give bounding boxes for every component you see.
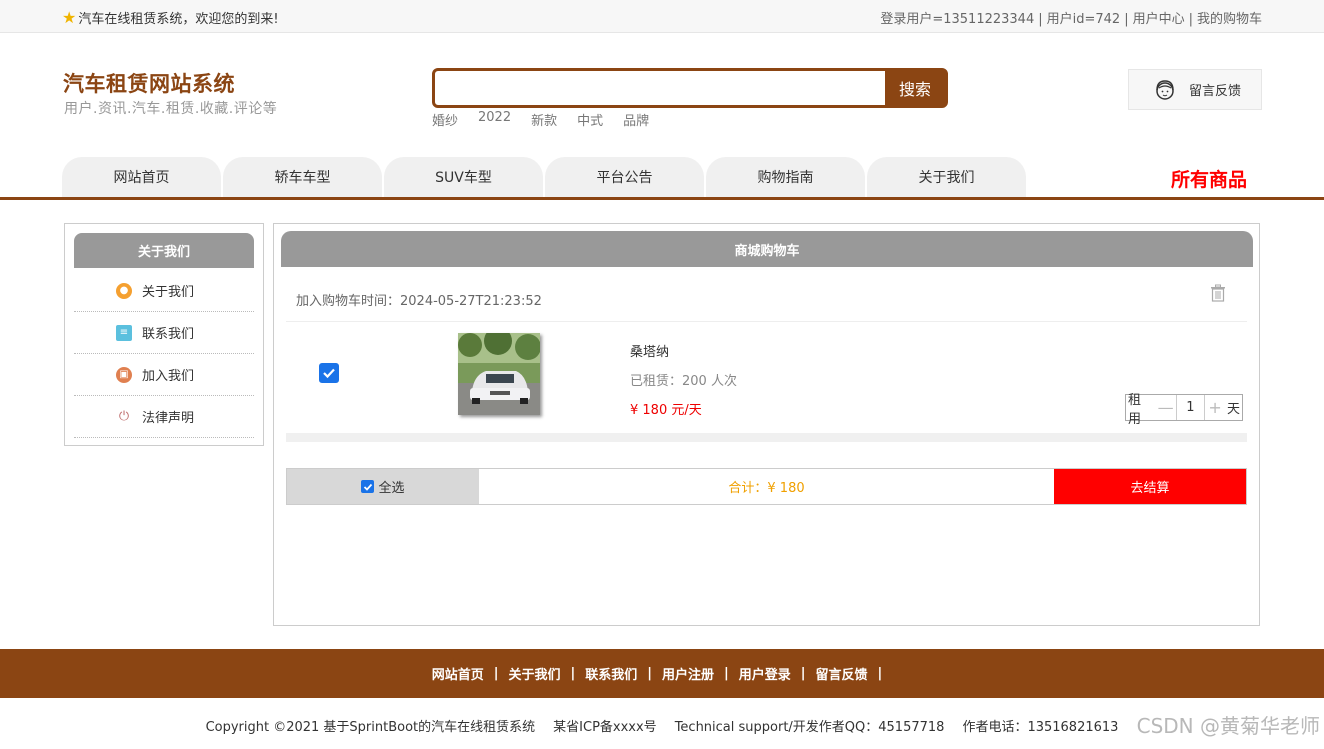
select-all-toggle[interactable]: 全选 xyxy=(287,469,479,504)
watermark: CSDN @黄菊华老师 xyxy=(1136,714,1320,738)
nav-tab-sedan[interactable]: 轿车车型 xyxy=(223,157,382,197)
nav-tab-announcements[interactable]: 平台公告 xyxy=(545,157,704,197)
rental-count: 已租赁：200 人次 xyxy=(630,374,737,389)
hotword-link[interactable]: 2022 xyxy=(478,110,511,129)
quantity-value[interactable]: 1 xyxy=(1175,395,1206,420)
sidebar: 关于我们 ● 关于我们 ≡ 联系我们 ▣ 加入我们 ⏻ 法律声明 xyxy=(64,223,264,446)
hot-keywords: 婚纱 2022 新款 中式 品牌 xyxy=(432,110,649,129)
footer-link-register[interactable]: 用户注册 xyxy=(662,664,714,683)
lock-icon: ▣ xyxy=(116,366,132,383)
login-user-link[interactable]: 登录用户=13511223344 xyxy=(880,12,1034,27)
user-links: 登录用户=13511223344 | 用户id=742 | 用户中心 | 我的购物车 xyxy=(880,12,1262,27)
cart-panel: 商城购物车 加入购物车时间：2024-05-27T21:23:52 桑塔纳 已租… xyxy=(273,223,1260,626)
hotword-link[interactable]: 婚纱 xyxy=(432,110,458,129)
quantity-stepper: 租用 — 1 + 天 xyxy=(1125,393,1243,427)
footer-link-contact[interactable]: 联系我们 xyxy=(585,664,637,683)
cart-summary: 全选 合计：¥ 180 去结算 xyxy=(286,468,1247,505)
row-divider xyxy=(286,321,1247,322)
user-id-link[interactable]: 用户id=742 xyxy=(1047,12,1121,27)
rent-label: 租用 xyxy=(1128,392,1142,427)
hotword-link[interactable]: 品牌 xyxy=(623,110,649,129)
sidebar-item-join[interactable]: ▣ 加入我们 xyxy=(74,354,254,396)
hotword-link[interactable]: 中式 xyxy=(577,110,603,129)
unit-label: 天 xyxy=(1226,402,1240,417)
search-button[interactable]: 搜索 xyxy=(885,71,945,105)
checkout-button[interactable]: 去结算 xyxy=(1054,469,1246,504)
checkmark-icon xyxy=(363,483,373,491)
sidebar-item-about[interactable]: ● 关于我们 xyxy=(74,270,254,312)
sidebar-item-legal[interactable]: ⏻ 法律声明 xyxy=(74,396,254,438)
nav-tab-shopping-guide[interactable]: 购物指南 xyxy=(706,157,865,197)
copyright-text: Copyright ©2021 基于SprintBoot的汽车在线租赁系统 xyxy=(205,720,536,735)
trash-icon[interactable] xyxy=(1210,284,1226,302)
support-text: Technical support/开发作者QQ：45157718 xyxy=(674,720,945,735)
feedback-button[interactable]: 留言反馈 xyxy=(1128,69,1262,110)
car-price: ¥ 180 元/天 xyxy=(630,403,702,418)
clipboard-icon: ≡ xyxy=(116,324,132,341)
site-title[interactable]: 汽车租赁网站系统 xyxy=(63,68,235,98)
footer-link-about[interactable]: 关于我们 xyxy=(508,664,560,683)
phone-text: 作者电话：13516821613 xyxy=(962,720,1119,735)
footer-link-home[interactable]: 网站首页 xyxy=(432,664,484,683)
search-box: 搜索 xyxy=(432,68,948,108)
star-icon: ★ xyxy=(62,7,77,27)
item-separator xyxy=(286,433,1247,442)
copyright-line: Copyright ©2021 基于SprintBoot的汽车在线租赁系统 某省… xyxy=(0,716,1324,735)
main-nav: 网站首页 轿车车型 SUV车型 平台公告 购物指南 关于我们 xyxy=(62,157,1026,197)
checkmark-icon xyxy=(323,368,335,379)
footer-link-feedback[interactable]: 留言反馈 xyxy=(816,664,868,683)
search-input[interactable] xyxy=(435,71,885,105)
car-image xyxy=(458,333,540,415)
feedback-label: 留言反馈 xyxy=(1189,84,1242,99)
car-thumbnail[interactable] xyxy=(458,333,540,415)
select-all-label: 全选 xyxy=(378,481,405,496)
footer-link-login[interactable]: 用户登录 xyxy=(739,664,791,683)
all-goods-link[interactable]: 所有商品 xyxy=(1171,165,1247,192)
plus-button[interactable]: + xyxy=(1205,395,1225,420)
welcome-message: ★ 汽车在线租赁系统，欢迎您的到来! xyxy=(62,8,279,27)
footer-links: 网站首页 | 关于我们 | 联系我们 | 用户注册 | 用户登录 | 留言反馈 | xyxy=(0,649,1324,698)
site-subtitle: 用户.资讯.汽车.租赁.收藏.评论等 xyxy=(64,101,278,117)
item-checkbox[interactable] xyxy=(319,363,339,383)
user-center-link[interactable]: 用户中心 xyxy=(1133,12,1185,27)
customer-service-icon xyxy=(1156,79,1174,100)
orange-circle-icon: ● xyxy=(116,282,132,299)
cart-added-time: 加入购物车时间：2024-05-27T21:23:52 xyxy=(296,294,542,309)
sidebar-item-label: 联系我们 xyxy=(142,327,195,342)
nav-tab-about[interactable]: 关于我们 xyxy=(867,157,1026,197)
sidebar-title: 关于我们 xyxy=(74,233,254,268)
cart-total: 合计：¥ 180 xyxy=(728,481,805,496)
my-cart-link[interactable]: 我的购物车 xyxy=(1197,12,1262,27)
sidebar-item-label: 加入我们 xyxy=(142,369,195,384)
top-bar: ★ 汽车在线租赁系统，欢迎您的到来! 登录用户=13511223344 | 用户id… xyxy=(0,0,1324,33)
hotword-link[interactable]: 新款 xyxy=(531,110,557,129)
cart-title: 商城购物车 xyxy=(281,231,1253,267)
sidebar-item-label: 法律声明 xyxy=(142,411,195,426)
sidebar-item-label: 关于我们 xyxy=(142,285,195,300)
nav-divider xyxy=(0,197,1324,200)
icp-text: 某省ICP备xxxx号 xyxy=(553,720,657,735)
power-icon: ⏻ xyxy=(116,408,132,425)
nav-tab-home[interactable]: 网站首页 xyxy=(62,157,221,197)
nav-tab-suv[interactable]: SUV车型 xyxy=(384,157,543,197)
sidebar-item-contact[interactable]: ≡ 联系我们 xyxy=(74,312,254,354)
car-name[interactable]: 桑塔纳 xyxy=(630,341,669,360)
select-all-checkbox[interactable] xyxy=(361,480,375,493)
minus-button[interactable]: — xyxy=(1156,395,1176,420)
welcome-text: 汽车在线租赁系统，欢迎您的到来! xyxy=(78,12,279,27)
